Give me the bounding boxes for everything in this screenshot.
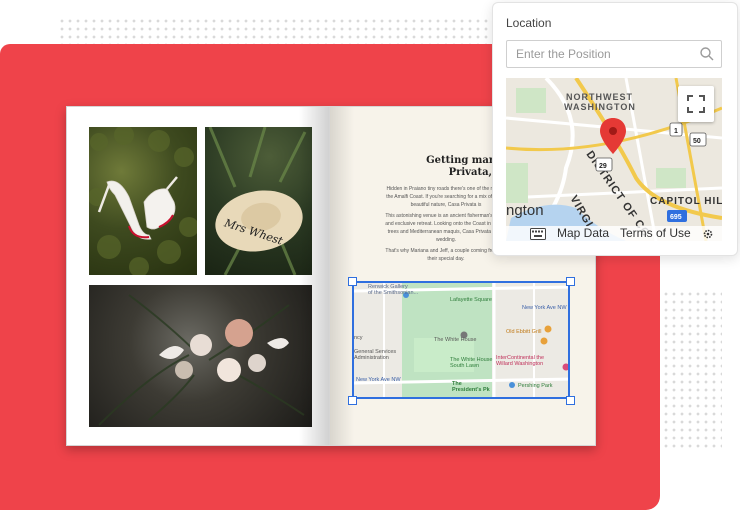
map-label: The White House	[434, 337, 477, 343]
embedded-map-element[interactable]: Renwick Gallery of the Smithsonian... La…	[352, 281, 570, 399]
map-label-line: Willard Washington	[496, 361, 543, 367]
map-label: New York Ave NW	[522, 305, 567, 311]
map-label-partial-city: ngton	[506, 202, 544, 219]
location-search-box	[506, 40, 722, 68]
resize-handle-bottom-right[interactable]	[566, 396, 575, 405]
location-search-input[interactable]	[507, 41, 695, 67]
embedded-map-tiles: Renwick Gallery of the Smithsonian... La…	[354, 283, 568, 397]
map-label: New York Ave NW	[356, 377, 401, 383]
map-label-line: of the Smithsonian...	[368, 290, 419, 296]
search-icon[interactable]	[699, 46, 715, 62]
photo-bridal-hat[interactable]: Mrs Whest	[205, 127, 312, 275]
map-label-washington: WASHINGTON	[564, 102, 636, 112]
map-label: InterContinental the Willard Washington	[496, 355, 546, 367]
map-label-capitol-hill: CAPITOL HILL	[650, 196, 722, 207]
left-page: Mrs Whest	[66, 106, 330, 446]
resize-handle-top-left[interactable]	[348, 277, 357, 286]
map-label-northwest: NORTHWEST	[566, 92, 633, 102]
fullscreen-button[interactable]	[678, 86, 714, 122]
photo-wedding-shoes[interactable]	[89, 127, 197, 275]
fullscreen-icon	[687, 95, 705, 113]
bouquet-illustration	[98, 294, 305, 426]
resize-handle-top-right[interactable]	[566, 277, 575, 286]
map-label: ncy	[354, 335, 363, 341]
route-1-label: 1	[674, 128, 678, 135]
route-50-label: 50	[693, 138, 701, 145]
terms-of-use-link[interactable]: Terms of Use	[620, 226, 691, 241]
map-label-line: President's Pk	[452, 387, 491, 393]
route-29-label: 29	[599, 163, 607, 170]
location-panel-title: Location	[506, 16, 552, 30]
map-label-line: South Lawn	[450, 363, 479, 369]
map-label: Pershing Park	[518, 383, 553, 389]
map-label-line: Administration	[354, 355, 389, 361]
location-map-preview[interactable]: NORTHWEST WASHINGTON DISTRICT OF CO VIRG…	[506, 78, 722, 241]
location-panel: Location Enter the Position NORTHWEST WA…	[492, 2, 738, 256]
app-canvas: Mrs Whest Getting Privata, Hidden in Pra…	[0, 0, 740, 510]
map-label: Lafayette Square	[450, 297, 492, 303]
decorative-dot-pattern-right	[662, 290, 722, 450]
map-label: Old Ebbitt Grill	[506, 329, 541, 335]
settings-icon[interactable]	[703, 226, 713, 241]
resize-handle-bottom-left[interactable]	[348, 396, 357, 405]
photo-bridal-bouquet[interactable]	[89, 285, 312, 427]
map-attribution-bar: Map Data Terms of Use	[506, 226, 722, 241]
keyboard-icon[interactable]	[530, 226, 546, 241]
hat-illustration: Mrs Whest	[208, 127, 307, 275]
map-data-link[interactable]: Map Data	[557, 226, 609, 241]
decorative-dot-pattern-top	[58, 17, 488, 45]
route-695-label: 695	[670, 214, 682, 221]
shoes-illustration	[89, 127, 197, 275]
